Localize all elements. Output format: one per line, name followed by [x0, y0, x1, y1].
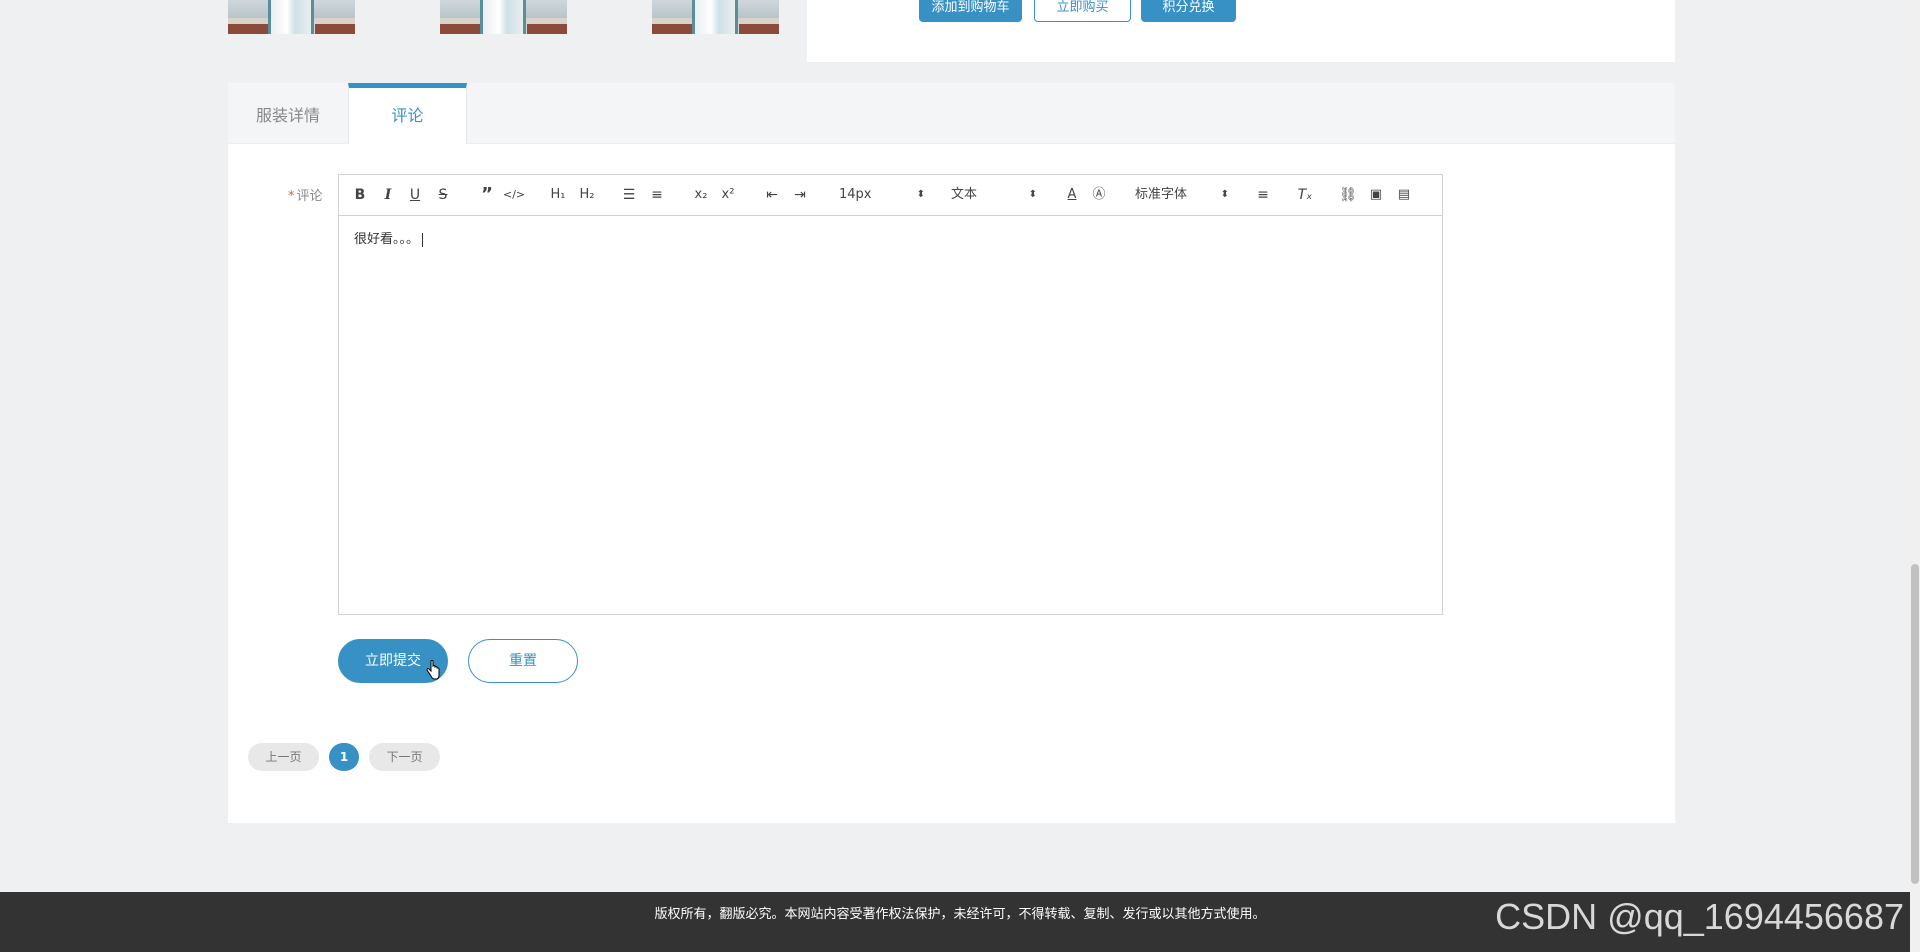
- h2-icon[interactable]: H₂: [576, 184, 598, 206]
- comment-label: * 评论: [288, 189, 323, 204]
- detail-tabbar: 服装详情 评论: [228, 83, 1675, 144]
- add-to-cart-button[interactable]: 添加到购物车: [919, 0, 1022, 22]
- tab-clothing-details[interactable]: 服装详情: [228, 83, 348, 144]
- image-icon[interactable]: ▣: [1365, 184, 1387, 206]
- product-thumbnail[interactable]: [440, 0, 567, 34]
- h1-icon[interactable]: H₁: [547, 184, 569, 206]
- hand-cursor-icon: [426, 660, 440, 680]
- outdent-icon[interactable]: ⇤: [761, 184, 783, 206]
- font-family-select[interactable]: 标准字体 ⬍: [1135, 184, 1229, 206]
- reset-button[interactable]: 重置: [468, 639, 578, 683]
- buy-now-button[interactable]: 立即购买: [1034, 0, 1131, 22]
- editor-text: 很好看。。。: [354, 232, 420, 247]
- underline-icon[interactable]: U: [404, 184, 426, 206]
- page-scrollbar[interactable]: [1910, 0, 1920, 952]
- pager-prev-button[interactable]: 上一页: [248, 743, 319, 771]
- product-thumbnail[interactable]: [652, 0, 779, 34]
- points-exchange-button[interactable]: 积分兑换: [1141, 0, 1236, 22]
- text-caret: [422, 232, 424, 247]
- ordered-list-icon[interactable]: ☰: [618, 184, 640, 206]
- link-icon[interactable]: ⛓: [1337, 184, 1359, 206]
- scrollbar-thumb[interactable]: [1911, 564, 1919, 884]
- indent-icon[interactable]: ⇥: [789, 184, 811, 206]
- product-thumbnail[interactable]: [228, 0, 355, 34]
- superscript-icon[interactable]: x²: [717, 184, 739, 206]
- background-color-icon[interactable]: Ⓐ: [1088, 184, 1110, 206]
- subscript-icon[interactable]: x₂: [690, 184, 712, 206]
- clear-format-icon[interactable]: Tₓ: [1294, 184, 1316, 206]
- rich-text-editor[interactable]: B I U S ” </> H₁ H₂ ☰ ≡ x₂ x² ⇤ ⇥ 14px ⬍ …: [338, 174, 1443, 615]
- bold-icon[interactable]: B: [349, 184, 371, 206]
- pager-next-button[interactable]: 下一页: [369, 743, 440, 771]
- text-style-select[interactable]: 文本 ⬍: [951, 184, 1037, 206]
- strike-icon[interactable]: S: [432, 184, 454, 206]
- code-block-icon[interactable]: </>: [503, 184, 525, 206]
- video-icon[interactable]: ▤: [1393, 184, 1415, 206]
- editor-toolbar: B I U S ” </> H₁ H₂ ☰ ≡ x₂ x² ⇤ ⇥ 14px ⬍ …: [339, 175, 1442, 216]
- required-mark: *: [288, 189, 295, 204]
- blockquote-icon[interactable]: ”: [476, 184, 498, 206]
- tab-comments[interactable]: 评论: [348, 83, 467, 144]
- editor-content-area[interactable]: 很好看。。。: [339, 216, 1442, 259]
- italic-icon[interactable]: I: [377, 184, 399, 206]
- watermark: CSDN @qq_1694456687: [1495, 896, 1904, 937]
- font-size-select[interactable]: 14px ⬍: [839, 184, 925, 206]
- pager-current-page[interactable]: 1: [329, 743, 359, 771]
- align-icon[interactable]: ≡: [1252, 184, 1274, 206]
- font-color-icon[interactable]: A: [1061, 184, 1083, 206]
- bullet-list-icon[interactable]: ≡: [646, 184, 668, 206]
